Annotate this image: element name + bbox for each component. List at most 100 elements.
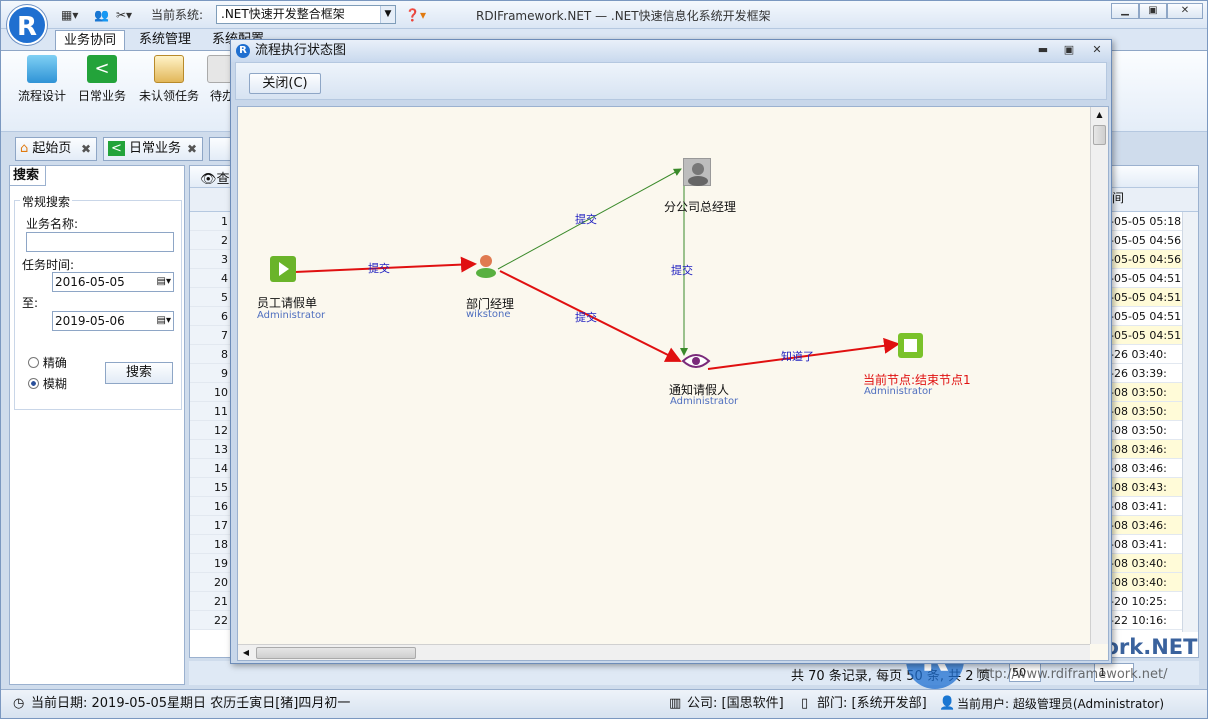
time-cell[interactable]: -08 03:40: — [1110, 554, 1182, 573]
calendar-icon[interactable]: ▤▾ — [157, 312, 171, 330]
scroll-up-icon[interactable]: ▲ — [1091, 107, 1108, 123]
main-window: ▦▾ 👥 ✂▾ 当前系统: .NET快速开发整合框架 ▼ ❓▾ RDIFrame… — [0, 0, 1208, 719]
app-title: RDIFramework.NET — .NET快速信息化系统开发框架 — [476, 9, 771, 23]
clipboard-icon — [154, 55, 184, 83]
tab-daily-business[interactable]: < 日常业务 ✖ — [103, 137, 203, 161]
stop-icon — [904, 339, 917, 352]
scroll-left-icon[interactable]: ◀ — [238, 645, 254, 660]
close-icon[interactable]: ✖ — [187, 138, 197, 160]
time-cell[interactable]: -05-05 04:51: — [1110, 307, 1182, 326]
search-button[interactable]: 搜索 — [105, 362, 173, 384]
canvas-hscroll[interactable]: ◀ — [238, 644, 1090, 660]
row-number: 20 — [190, 573, 232, 592]
unclaimed-tasks-button[interactable]: 未认领任务 — [135, 55, 203, 104]
start-node-user: Administrator — [257, 310, 326, 321]
vscroll-thumb[interactable] — [1093, 125, 1106, 145]
company-icon: ▥ — [669, 696, 682, 711]
help-icon[interactable]: ❓▾ — [405, 6, 426, 24]
time-cell[interactable]: -08 03:50: — [1110, 402, 1182, 421]
notify-node-user: Administrator — [670, 396, 739, 407]
to-label: 至: — [22, 296, 39, 310]
edge-label-branch-notify: 提交 — [671, 264, 693, 277]
time-cell[interactable]: -08 03:41: — [1110, 497, 1182, 516]
time-cell[interactable]: -08 03:50: — [1110, 383, 1182, 402]
time-cell[interactable]: -05-05 04:51: — [1110, 269, 1182, 288]
time-cell[interactable]: -08 03:40: — [1110, 573, 1182, 592]
time-cell[interactable]: -05-05 04:56: — [1110, 250, 1182, 269]
tab-system[interactable]: 系统管理 — [131, 30, 199, 51]
from-date-picker[interactable]: 2016-05-05 ▤▾ — [52, 272, 174, 292]
minimize-button[interactable]: ▁ — [1111, 3, 1139, 19]
app-logo[interactable]: R — [7, 5, 47, 45]
branch-node-name: 分公司总经理 — [664, 200, 737, 214]
row-number: 15 — [190, 478, 232, 497]
hscroll-thumb[interactable] — [256, 647, 416, 659]
company-text: 公司: [国思软件] — [687, 696, 784, 711]
close-button[interactable]: 关闭(C) — [249, 73, 321, 94]
row-number: 13 — [190, 440, 232, 459]
time-cell[interactable]: -05-05 04:51: — [1110, 326, 1182, 345]
calendar-icon[interactable]: ▤▾ — [157, 273, 171, 291]
end-node-icon[interactable] — [898, 333, 923, 358]
chevron-down-icon[interactable]: ▼ — [380, 6, 395, 23]
row-number: 12 — [190, 421, 232, 440]
edge-label-start-dept: 提交 — [368, 262, 390, 275]
close-icon[interactable]: ✖ — [81, 138, 91, 160]
department-text: 部门: [系统开发部] — [817, 696, 927, 711]
time-cell[interactable]: -05-05 05:18: — [1110, 212, 1182, 231]
daily-business-button[interactable]: < 日常业务 — [75, 55, 129, 104]
dialog-title-bar: R 流程执行状态图 ▬ ▣ ✕ — [231, 40, 1111, 62]
tab-home[interactable]: ⌂ 起始页 ✖ — [15, 137, 97, 161]
unclaimed-tasks-label: 未认领任务 — [138, 89, 199, 103]
time-cell[interactable]: -05-05 04:51: — [1110, 288, 1182, 307]
row-number: 22 — [190, 611, 232, 630]
dialog-maximize-button[interactable]: ▣ — [1059, 42, 1079, 58]
branch-node-icon[interactable] — [683, 158, 711, 186]
dialog-close-button[interactable]: ✕ — [1087, 42, 1107, 58]
users-icon[interactable]: 👥 — [94, 6, 109, 24]
time-cell[interactable]: -08 03:46: — [1110, 459, 1182, 478]
time-cell[interactable]: -22 10:16: — [1110, 611, 1182, 630]
time-cell[interactable]: -08 03:46: — [1110, 516, 1182, 535]
time-cell[interactable]: -08 03:43: — [1110, 478, 1182, 497]
time-cell[interactable]: -26 03:40: — [1110, 345, 1182, 364]
workflow-design-icon — [27, 55, 57, 83]
search-tab[interactable]: 搜索 — [10, 166, 46, 186]
row-number: 18 — [190, 535, 232, 554]
play-icon — [279, 262, 289, 276]
title-bar: ▦▾ 👥 ✂▾ 当前系统: .NET快速开发整合框架 ▼ ❓▾ RDIFrame… — [1, 1, 1207, 29]
dept-node-icon[interactable] — [473, 252, 499, 278]
row-number: 6 — [190, 307, 232, 326]
view-button[interactable]: 👁查 — [200, 168, 230, 187]
row-number: 17 — [190, 516, 232, 535]
time-cell[interactable]: -05-05 04:56: — [1110, 231, 1182, 250]
daily-business-label: 日常业务 — [77, 89, 126, 103]
time-cell[interactable]: -08 03:46: — [1110, 440, 1182, 459]
maximize-button[interactable]: ▣ — [1139, 3, 1167, 19]
exact-radio[interactable]: 精确 — [28, 354, 67, 371]
canvas-vscroll[interactable]: ▲ — [1090, 107, 1108, 644]
notify-node-icon[interactable] — [681, 351, 711, 371]
current-user-text: 当前用户: 超级管理员(Administrator) — [957, 697, 1165, 711]
time-cell[interactable]: -26 03:39: — [1110, 364, 1182, 383]
workflow-design-button[interactable]: 流程设计 — [15, 55, 69, 104]
row-number: 9 — [190, 364, 232, 383]
fuzzy-radio[interactable]: 模糊 — [28, 375, 67, 392]
time-cell[interactable]: -08 03:50: — [1110, 421, 1182, 440]
to-date-picker[interactable]: 2019-05-06 ▤▾ — [52, 311, 174, 331]
time-cell[interactable]: -20 10:25: — [1110, 592, 1182, 611]
grid-vscroll[interactable] — [1182, 212, 1198, 632]
time-cell[interactable]: -08 03:41: — [1110, 535, 1182, 554]
brand-url: http://www.rdiframework.net/ — [976, 667, 1168, 682]
fuzzy-label: 模糊 — [42, 377, 67, 391]
task-time-label: 任务时间: — [22, 258, 75, 272]
dialog-minimize-button[interactable]: ▬ — [1033, 42, 1053, 58]
close-window-button[interactable]: ✕ — [1167, 3, 1203, 19]
start-node-icon[interactable] — [270, 256, 296, 282]
tools-icon[interactable]: ✂▾ — [116, 6, 132, 24]
business-name-input[interactable] — [26, 232, 174, 252]
tab-business[interactable]: 业务协同 — [55, 30, 126, 51]
org-icon[interactable]: ▦▾ — [61, 6, 78, 24]
workflow-status-dialog: R 流程执行状态图 ▬ ▣ ✕ 关闭(C) 提交 提交 提交 提交 知道了 员工… — [230, 39, 1112, 664]
current-system-select[interactable]: .NET快速开发整合框架 ▼ — [216, 5, 396, 24]
